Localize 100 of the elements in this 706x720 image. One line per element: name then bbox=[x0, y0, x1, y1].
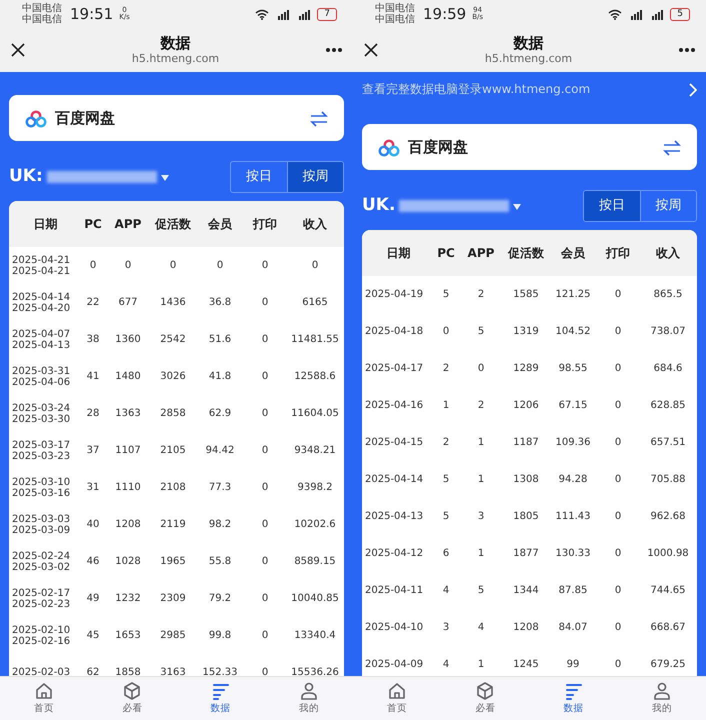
more-icon[interactable] bbox=[678, 47, 696, 53]
date-cell-text: 2025-04-12 bbox=[364, 548, 424, 559]
table-cell-text: 0 bbox=[260, 333, 270, 347]
table-cell-text: 677 bbox=[117, 296, 139, 310]
wifi-icon bbox=[608, 9, 622, 20]
carrier-label: 中国电信 bbox=[22, 14, 63, 25]
battery-indicator: 7 bbox=[317, 8, 337, 20]
date-cell-text: 2025-02-17 2025-02-23 bbox=[11, 588, 72, 610]
tab-bar-item[interactable]: 数据 bbox=[176, 677, 265, 720]
column-header: 打印 bbox=[604, 245, 631, 262]
period-tab[interactable]: 按周 bbox=[640, 191, 696, 221]
table-cell-text: 8589.15 bbox=[293, 555, 337, 569]
table-cell-text: 77.3 bbox=[208, 481, 232, 495]
table-cell-text: 2108 bbox=[159, 481, 187, 495]
page-title: 数据 bbox=[159, 34, 192, 52]
table-cell-text: 1206 bbox=[512, 399, 540, 413]
battery-indicator: 5 bbox=[670, 8, 690, 20]
table-cell-text: 104.52 bbox=[554, 325, 592, 339]
tab-bar-item[interactable]: 数据 bbox=[530, 677, 618, 720]
switch-icon[interactable] bbox=[663, 140, 681, 156]
table-cell-text: 0 bbox=[614, 547, 622, 561]
tab-bar-item[interactable]: 必看 bbox=[88, 677, 176, 720]
more-icon[interactable] bbox=[325, 47, 343, 53]
close-icon[interactable] bbox=[10, 42, 26, 58]
date-cell-text: 2025-04-07 2025-04-13 bbox=[11, 328, 72, 350]
column-header: APP bbox=[114, 216, 142, 233]
table-cell-text: 0 bbox=[168, 259, 178, 273]
table-cell-text: 9398.2 bbox=[296, 481, 334, 495]
cloud-logo-icon bbox=[378, 138, 400, 157]
table-cell-text: 1585 bbox=[512, 288, 540, 302]
date-cell-text: 2025-04-17 bbox=[364, 363, 424, 374]
tab-bar-item[interactable]: 必看 bbox=[441, 677, 530, 720]
chevron-right-icon[interactable] bbox=[689, 82, 697, 97]
table-cell-text: 865.5 bbox=[652, 288, 684, 302]
page-title: 数据 bbox=[512, 34, 544, 52]
table-cell-text: 55.8 bbox=[208, 555, 232, 569]
status-time: 19:59 bbox=[423, 4, 466, 25]
column-header: 日期 bbox=[32, 216, 58, 233]
table-cell-text: 10202.6 bbox=[293, 518, 337, 532]
table-cell-text: 3 bbox=[442, 621, 450, 635]
table-cell-text: 45 bbox=[86, 629, 100, 643]
table-cell-text: 1363 bbox=[114, 407, 142, 421]
account-name: 百度网盘 bbox=[55, 108, 116, 129]
table-cell-text: 0 bbox=[614, 621, 622, 635]
table-cell-text: 1289 bbox=[512, 362, 540, 376]
table-cell-text: 2 bbox=[442, 362, 450, 376]
wifi-icon bbox=[255, 9, 270, 20]
table-cell-text: 13340.4 bbox=[293, 629, 337, 643]
table-cell-text: 98.55 bbox=[558, 362, 588, 376]
date-cell-text: 2025-04-21 2025-04-21 bbox=[11, 254, 72, 276]
table-cell-text: 2 bbox=[476, 399, 486, 413]
account-card[interactable]: 百度网盘 bbox=[9, 95, 344, 141]
tab-bar-item[interactable]: 首页 bbox=[0, 677, 88, 720]
table-cell-text: 668.67 bbox=[650, 621, 686, 635]
page-url: h5.htmeng.com bbox=[484, 52, 574, 66]
table-cell-text: 1 bbox=[442, 399, 450, 413]
dropdown-icon[interactable] bbox=[160, 174, 169, 181]
tab-bar-item[interactable]: 我的 bbox=[264, 677, 353, 720]
table-cell-text: 99 bbox=[566, 658, 580, 672]
table-cell-text: 11604.05 bbox=[290, 407, 340, 421]
cube-icon bbox=[475, 680, 496, 701]
table-cell-text: 0 bbox=[260, 370, 270, 384]
table-cell-text: 5 bbox=[442, 510, 450, 524]
date-cell-text: 2025-03-10 2025-03-16 bbox=[11, 476, 72, 498]
table-cell-text: 22 bbox=[86, 296, 100, 310]
banner-link[interactable]: 查看完整数据电脑登录www.htmeng.com bbox=[362, 80, 590, 98]
table-cell-text: 6 bbox=[442, 547, 450, 561]
table-cell-text: 2105 bbox=[159, 444, 187, 458]
table-cell-text: 744.65 bbox=[650, 584, 686, 598]
tab-bar-item[interactable]: 首页 bbox=[353, 677, 442, 720]
table-cell-text: 28 bbox=[86, 407, 100, 421]
table-cell-text: 51.6 bbox=[208, 333, 232, 347]
table-cell-text: 3 bbox=[476, 510, 486, 524]
home-icon bbox=[387, 680, 408, 701]
table-cell-text: 0 bbox=[260, 666, 270, 676]
dropdown-icon[interactable] bbox=[513, 204, 522, 210]
column-header: 打印 bbox=[252, 216, 278, 233]
period-tab[interactable]: 按周 bbox=[287, 162, 343, 192]
period-tab[interactable]: 按日 bbox=[584, 191, 640, 221]
table-cell-text: 87.85 bbox=[558, 584, 588, 598]
column-header: 会员 bbox=[560, 245, 586, 262]
table-cell-text: 3026 bbox=[159, 370, 187, 384]
table-cell-text: 3163 bbox=[159, 666, 187, 676]
table-cell-text: 62.9 bbox=[208, 407, 232, 421]
column-header: 促活数 bbox=[506, 245, 545, 262]
table-cell-text: 1187 bbox=[512, 436, 540, 450]
table-cell-text: 46 bbox=[86, 555, 100, 569]
table-cell-text: 2858 bbox=[159, 407, 187, 421]
table-cell-text: 1360 bbox=[114, 333, 142, 347]
table-cell-text: 1480 bbox=[114, 370, 142, 384]
close-icon[interactable] bbox=[363, 42, 379, 58]
date-cell-text: 2025-04-13 bbox=[364, 511, 424, 522]
table-cell-text: 1208 bbox=[114, 518, 142, 532]
table-cell-text: 41 bbox=[86, 370, 100, 384]
table-cell-text: 4 bbox=[442, 658, 450, 672]
cube-icon bbox=[122, 680, 142, 701]
period-tab[interactable]: 按日 bbox=[231, 162, 287, 192]
account-card[interactable]: 百度网盘 bbox=[362, 124, 697, 170]
switch-icon[interactable] bbox=[310, 110, 328, 127]
tab-bar-item[interactable]: 我的 bbox=[618, 677, 706, 720]
